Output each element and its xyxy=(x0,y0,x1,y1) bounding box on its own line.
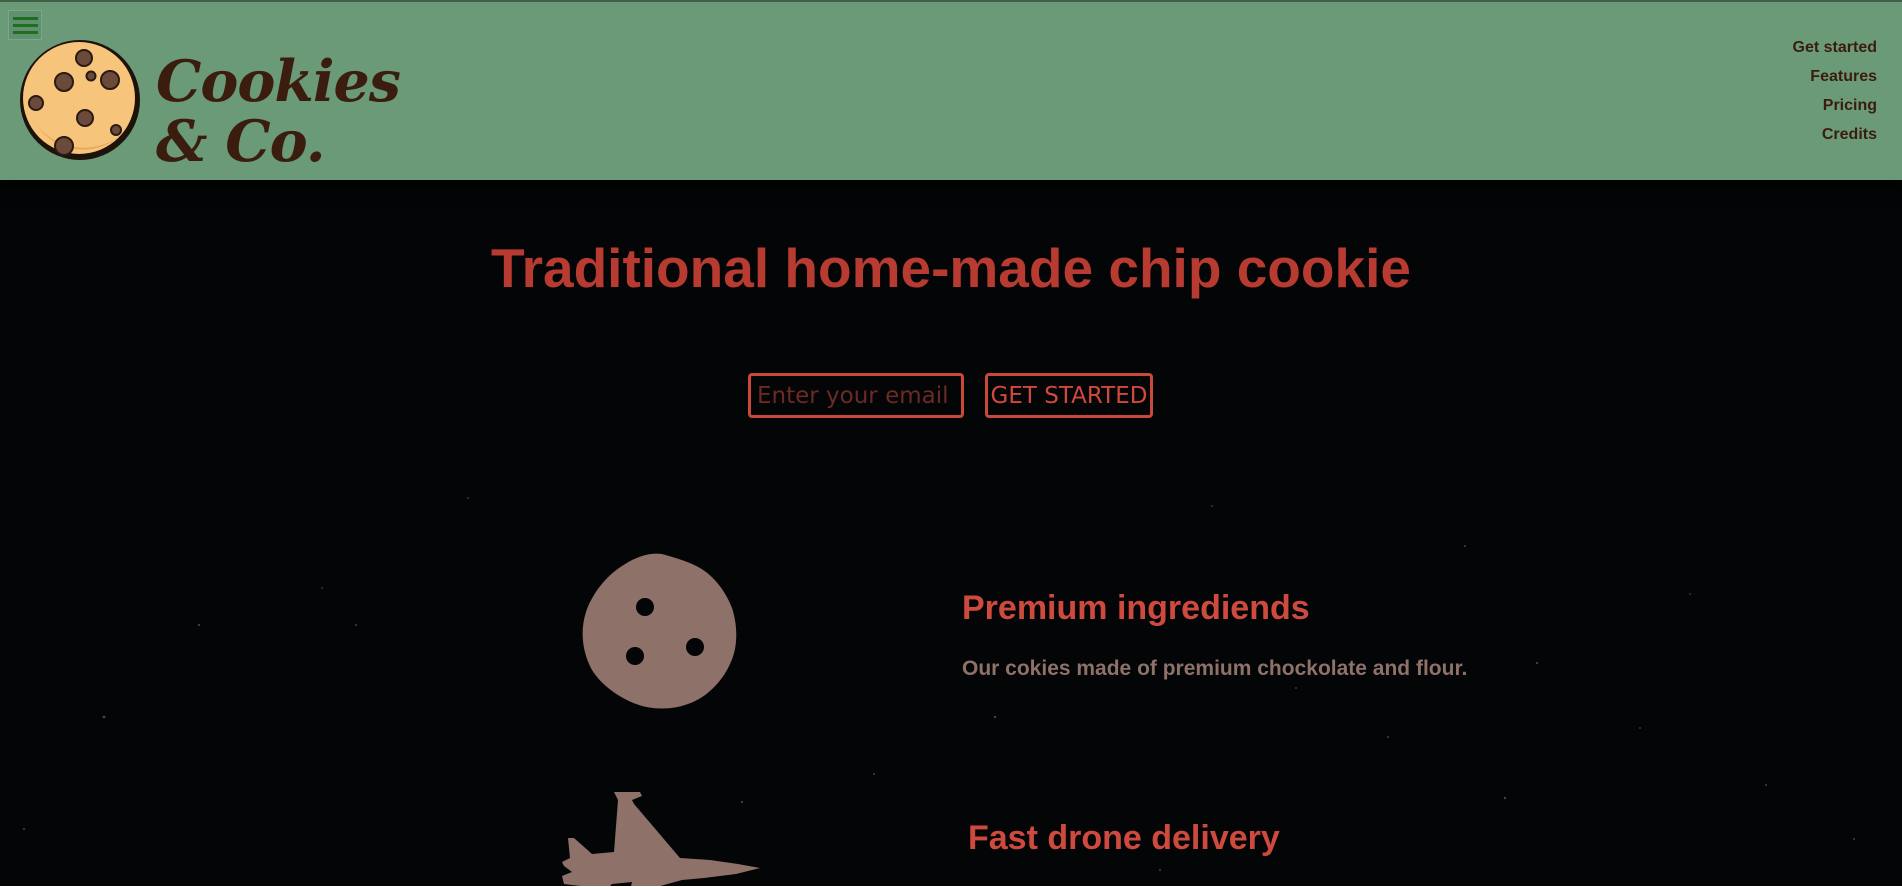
feature-title-premium-ingredients: Premium ingrediends xyxy=(962,589,1310,627)
nav-link-features[interactable]: Features xyxy=(1810,67,1877,87)
main-nav: Get started Features Pricing Credits xyxy=(1793,38,1877,145)
site-header: Cookies & Co. Get started Features Prici… xyxy=(0,0,1902,180)
nav-link-credits[interactable]: Credits xyxy=(1822,125,1877,145)
cookie-icon xyxy=(582,553,737,709)
brand-logo[interactable]: Cookies & Co. xyxy=(18,30,401,172)
email-input[interactable] xyxy=(748,373,964,418)
nav-link-get-started[interactable]: Get started xyxy=(1793,38,1877,58)
get-started-button[interactable]: GET STARTED xyxy=(985,373,1153,418)
brand-logo-text: Cookies & Co. xyxy=(156,48,401,175)
hero-title: Traditional home-made chip cookie xyxy=(491,237,1411,299)
jet-icon xyxy=(562,792,760,886)
page: Cookies & Co. Get started Features Prici… xyxy=(0,0,1902,886)
cookie-logo-icon xyxy=(20,40,140,160)
feature-title-drone-delivery: Fast drone delivery xyxy=(968,819,1280,857)
nav-link-pricing[interactable]: Pricing xyxy=(1823,96,1877,116)
feature-description-premium-ingredients: Our cokies made of premium chockolate an… xyxy=(962,657,1468,680)
